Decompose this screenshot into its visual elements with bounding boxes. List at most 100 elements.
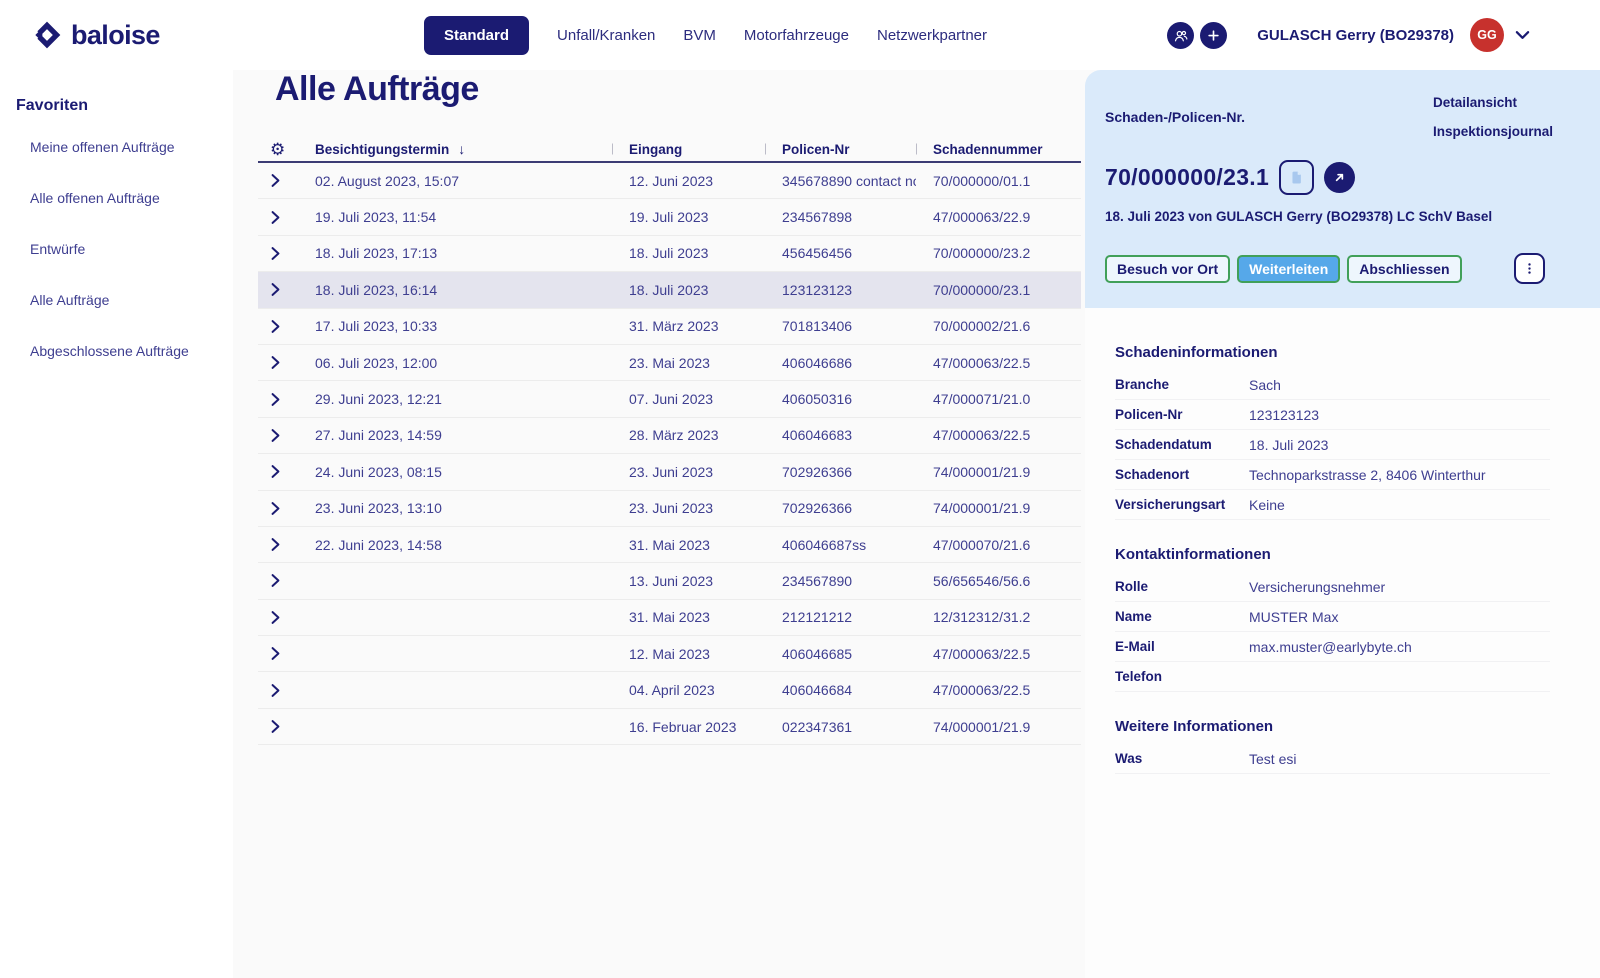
chevron-right-icon[interactable] bbox=[270, 392, 281, 407]
besuch-vor-ort-button[interactable]: Besuch vor Ort bbox=[1105, 255, 1230, 283]
sort-desc-icon[interactable]: ↓ bbox=[458, 141, 465, 157]
cell-schadennummer: 47/000063/22.5 bbox=[916, 427, 1081, 443]
field-value: Versicherungsnehmer bbox=[1249, 579, 1385, 595]
cell-besichtigungstermin: 18. Juli 2023, 16:14 bbox=[302, 282, 612, 298]
field-value: MUSTER Max bbox=[1249, 609, 1338, 625]
cell-schadennummer: 12/312312/31.2 bbox=[916, 609, 1081, 625]
detailansicht-link[interactable]: Detailansicht bbox=[1433, 95, 1553, 110]
cell-eingang: 12. Juni 2023 bbox=[612, 173, 765, 189]
chevron-right-icon[interactable] bbox=[270, 173, 281, 188]
sidebar-item-alle-offenen-auftrage[interactable]: Alle offenen Aufträge bbox=[0, 172, 233, 223]
gear-icon[interactable]: ⚙ bbox=[270, 141, 285, 158]
sidebar-item-meine-offenen-auftrage[interactable]: Meine offenen Aufträge bbox=[0, 121, 233, 172]
baloise-diamond-icon bbox=[32, 20, 62, 50]
cell-schadennummer: 74/000001/21.9 bbox=[916, 719, 1081, 735]
row-expand-cell bbox=[258, 210, 302, 225]
chevron-right-icon[interactable] bbox=[270, 355, 281, 370]
tab-unfall-kranken[interactable]: Unfall/Kranken bbox=[557, 27, 655, 44]
chevron-right-icon[interactable] bbox=[270, 719, 281, 734]
chevron-right-icon[interactable] bbox=[270, 646, 281, 661]
row-expand-cell bbox=[258, 573, 302, 588]
chevron-right-icon[interactable] bbox=[270, 428, 281, 443]
chevron-right-icon[interactable] bbox=[270, 537, 281, 552]
open-claim-button[interactable] bbox=[1324, 162, 1355, 193]
table-row[interactable]: 04. April 202340604668447/000063/22.5 bbox=[258, 672, 1081, 708]
chevron-down-icon[interactable] bbox=[1515, 30, 1530, 40]
table-row[interactable]: 06. Juli 2023, 12:0023. Mai 202340604668… bbox=[258, 345, 1081, 381]
section-kontaktinformationen: KontaktinformationenRolleVersicherungsne… bbox=[1115, 546, 1550, 692]
field-policen-nr: Policen-Nr123123123 bbox=[1115, 400, 1550, 430]
field-label: Was bbox=[1115, 751, 1249, 766]
chevron-right-icon[interactable] bbox=[270, 683, 281, 698]
cell-eingang: 19. Juli 2023 bbox=[612, 209, 765, 225]
table-row[interactable]: 02. August 2023, 15:0712. Juni 202334567… bbox=[258, 163, 1081, 199]
sidebar-item-entwurfe[interactable]: Entwürfe bbox=[0, 223, 233, 274]
tab-netzwerkpartner[interactable]: Netzwerkpartner bbox=[877, 27, 987, 44]
cell-policen-nr: 345678890 contact no bbox=[765, 173, 916, 189]
field-label: Name bbox=[1115, 609, 1249, 624]
row-expand-cell bbox=[258, 355, 302, 370]
chevron-right-icon[interactable] bbox=[270, 464, 281, 479]
chevron-right-icon[interactable] bbox=[270, 246, 281, 261]
table-row[interactable]: 23. Juni 2023, 13:1023. Juni 20237029263… bbox=[258, 491, 1081, 527]
table-row[interactable]: 27. Juni 2023, 14:5928. März 20234060466… bbox=[258, 418, 1081, 454]
field-label: Branche bbox=[1115, 377, 1249, 392]
more-actions-button[interactable] bbox=[1514, 253, 1545, 284]
people-icon bbox=[1172, 27, 1189, 44]
cell-eingang: 18. Juli 2023 bbox=[612, 245, 765, 261]
cell-policen-nr: 406046687ss bbox=[765, 537, 916, 553]
panel-sections: SchadeninformationenBrancheSachPolicen-N… bbox=[1085, 308, 1600, 774]
field-branche: BrancheSach bbox=[1115, 370, 1550, 400]
table-row[interactable]: 24. Juni 2023, 08:1523. Juni 20237029263… bbox=[258, 454, 1081, 490]
column-header-besichtigungstermin[interactable]: Besichtigungstermin↓ bbox=[302, 141, 612, 157]
table-row[interactable]: 19. Juli 2023, 11:5419. Juli 20232345678… bbox=[258, 199, 1081, 235]
table-row[interactable]: 31. Mai 202321212121212/312312/31.2 bbox=[258, 600, 1081, 636]
baloise-logo[interactable]: baloise bbox=[32, 20, 160, 51]
user-name[interactable]: GULASCH Gerry (BO29378) bbox=[1257, 27, 1454, 44]
avatar[interactable]: GG bbox=[1470, 18, 1504, 52]
chevron-right-icon[interactable] bbox=[270, 210, 281, 225]
cell-policen-nr: 456456456 bbox=[765, 245, 916, 261]
cell-schadennummer: 74/000001/21.9 bbox=[916, 500, 1081, 516]
field-e-mail: E-Mailmax.muster@earlybyte.ch bbox=[1115, 632, 1550, 662]
table-row[interactable]: 13. Juni 202323456789056/656546/56.6 bbox=[258, 563, 1081, 599]
table-row[interactable]: 18. Juli 2023, 17:1318. Juli 20234564564… bbox=[258, 236, 1081, 272]
tab-standard[interactable]: Standard bbox=[424, 16, 529, 55]
table-row[interactable]: 17. Juli 2023, 10:3331. März 20237018134… bbox=[258, 309, 1081, 345]
section-schadeninformationen: SchadeninformationenBrancheSachPolicen-N… bbox=[1115, 344, 1550, 520]
column-header-policen-nr[interactable]: Policen-Nr bbox=[765, 142, 916, 157]
cell-schadennummer: 56/656546/56.6 bbox=[916, 573, 1081, 589]
sidebar-item-abgeschlossene-auftrage[interactable]: Abgeschlossene Aufträge bbox=[0, 325, 233, 376]
cell-eingang: 12. Mai 2023 bbox=[612, 646, 765, 662]
chevron-right-icon[interactable] bbox=[270, 501, 281, 516]
contacts-button[interactable] bbox=[1167, 22, 1194, 49]
column-header-eingang[interactable]: Eingang bbox=[612, 142, 765, 157]
table-row[interactable]: 29. Juni 2023, 12:2107. Juni 20234060503… bbox=[258, 381, 1081, 417]
cell-eingang: 31. Mai 2023 bbox=[612, 537, 765, 553]
chevron-right-icon[interactable] bbox=[270, 610, 281, 625]
table-row[interactable]: 18. Juli 2023, 16:1418. Juli 20231231231… bbox=[258, 272, 1081, 308]
column-label: Policen-Nr bbox=[782, 142, 850, 157]
weiterleiten-button[interactable]: Weiterleiten bbox=[1237, 255, 1340, 283]
claim-number-row: 70/000000/23.1 bbox=[1105, 160, 1355, 195]
field-value: 18. Juli 2023 bbox=[1249, 437, 1328, 453]
tab-motorfahrzeuge[interactable]: Motorfahrzeuge bbox=[744, 27, 849, 44]
brand-name: baloise bbox=[71, 20, 160, 51]
create-new-button[interactable] bbox=[1200, 22, 1227, 49]
copy-button[interactable] bbox=[1279, 160, 1314, 195]
column-header-schadennummer[interactable]: Schadennummer bbox=[916, 142, 1081, 157]
table-row[interactable]: 16. Februar 202302234736174/000001/21.9 bbox=[258, 709, 1081, 745]
sidebar-item-alle-auftrage[interactable]: Alle Aufträge bbox=[0, 274, 233, 325]
cell-schadennummer: 47/000070/21.6 bbox=[916, 537, 1081, 553]
chevron-right-icon[interactable] bbox=[270, 573, 281, 588]
detail-panel-header: Schaden-/Policen-Nr. Detailansicht Inspe… bbox=[1085, 70, 1600, 308]
inspektionsjournal-link[interactable]: Inspektionsjournal bbox=[1433, 124, 1553, 139]
table-row[interactable]: 12. Mai 202340604668547/000063/22.5 bbox=[258, 636, 1081, 672]
tab-bvm[interactable]: BVM bbox=[683, 27, 716, 44]
abschliessen-button[interactable]: Abschliessen bbox=[1347, 255, 1461, 283]
table-row[interactable]: 22. Juni 2023, 14:5831. Mai 202340604668… bbox=[258, 527, 1081, 563]
chevron-right-icon[interactable] bbox=[270, 282, 281, 297]
chevron-right-icon[interactable] bbox=[270, 319, 281, 334]
cell-eingang: 16. Februar 2023 bbox=[612, 719, 765, 735]
section-heading: Weitere Informationen bbox=[1115, 718, 1550, 735]
